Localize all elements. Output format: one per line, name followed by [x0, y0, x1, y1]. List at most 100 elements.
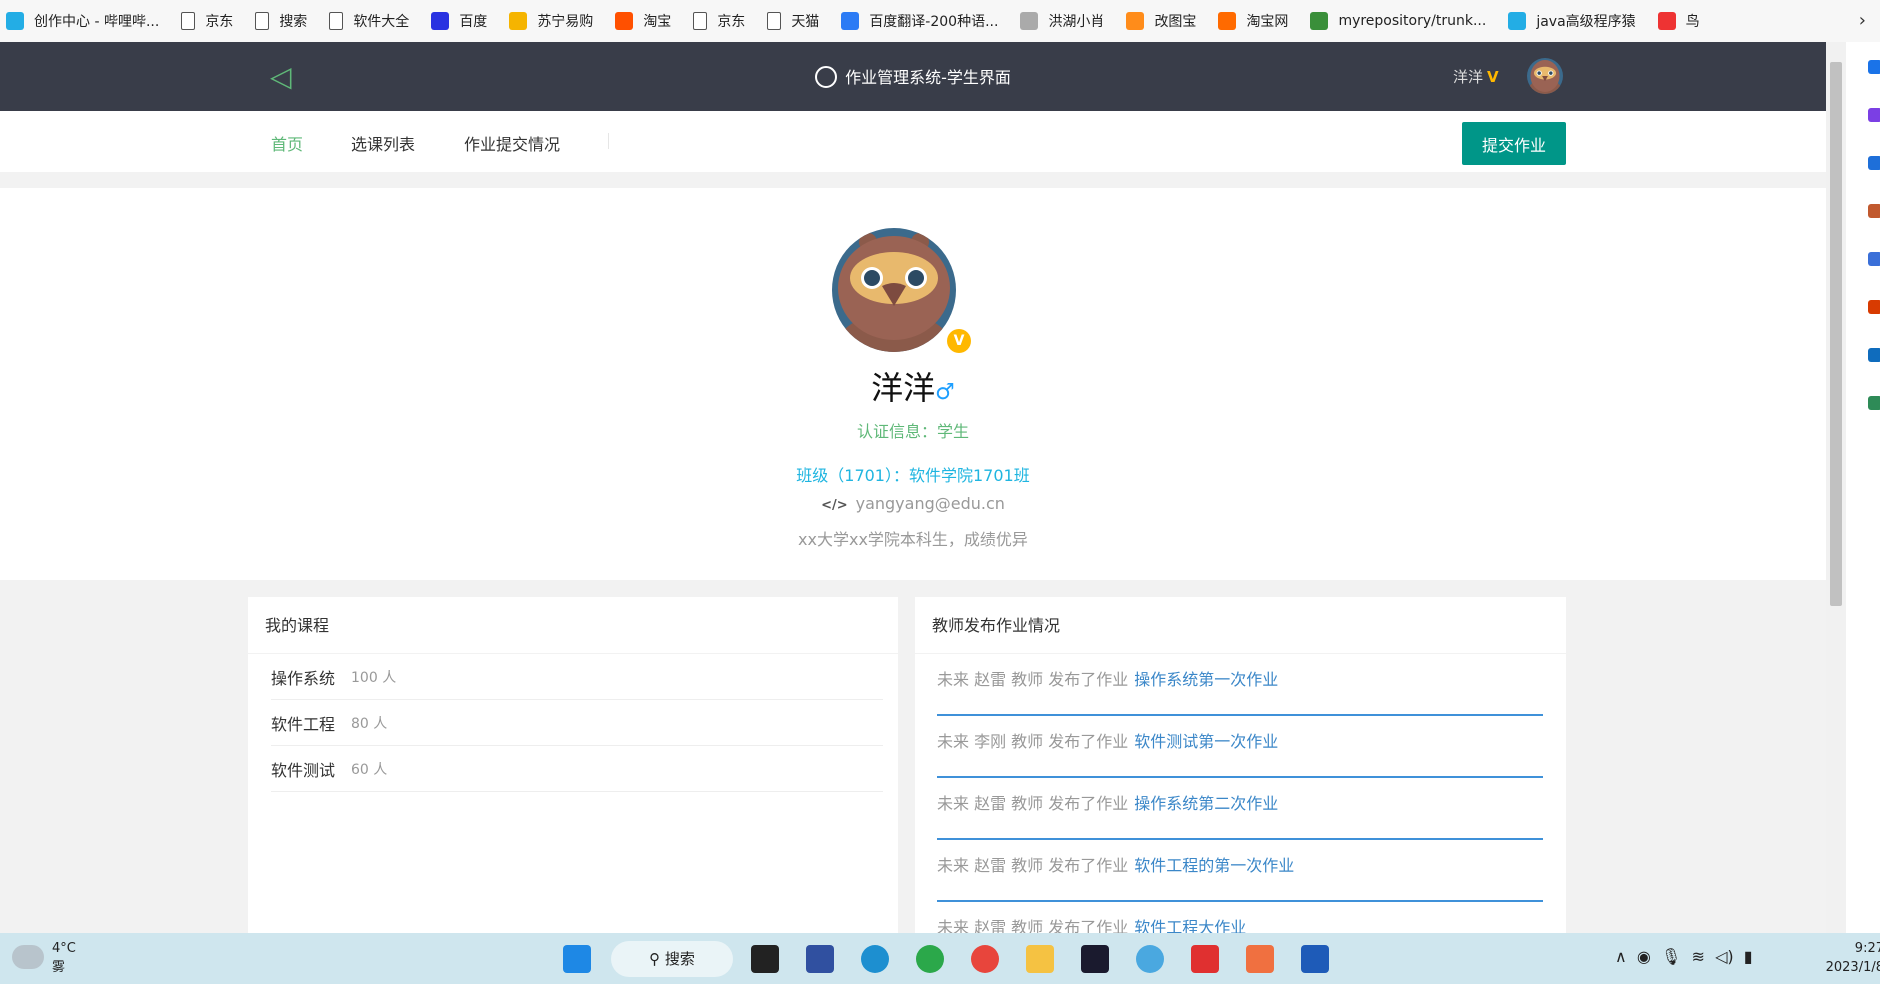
bookmark[interactable]: 搜索 — [255, 11, 307, 31]
weather-widget[interactable]: 4°C 雾 — [12, 941, 76, 975]
tree-icon[interactable] — [1868, 396, 1880, 410]
site-icon — [1310, 12, 1329, 30]
tag-icon[interactable] — [1868, 156, 1880, 170]
bookmark[interactable]: myrepository/trunk... — [1310, 12, 1486, 30]
app-icon[interactable] — [1136, 945, 1164, 973]
nav-course-list[interactable]: 选课列表 — [351, 131, 415, 155]
course-item[interactable]: 操作系统 100 人 — [271, 654, 883, 700]
bookmarks-bar: 创作中心 - 哔哩哔... 京东 搜索 软件大全 百度 苏宁易购 淘宝 京东 天猫 百度翻译-20… — [0, 0, 1880, 42]
my-courses-card: 我的课程 操作系统 100 人软件工程 80 人软件测试 60 人 — [248, 597, 898, 933]
bookmark[interactable]: 苏宁易购 — [509, 11, 593, 31]
scrollbar[interactable] — [1826, 42, 1846, 933]
taskbar: 4°C 雾 ⚲ 搜索 ∧ ◉ 🎙 ≋ ◁) ▮ 9:27 2023/1/8 — [0, 933, 1880, 984]
site-icon — [1657, 12, 1676, 30]
bookmark[interactable]: 淘宝 — [615, 11, 671, 31]
assignment-link[interactable]: 软件测试第一次作业 — [1134, 732, 1278, 751]
email: </> yangyang@edu.cn — [821, 494, 1005, 513]
bookmark[interactable]: 洪湖小肖 — [1020, 11, 1104, 31]
vip-badge: V — [1487, 68, 1499, 86]
class-info: 班级（1701）：软件学院1701班 — [796, 466, 1030, 485]
submit-homework-button[interactable]: 提交作业 — [1462, 122, 1566, 165]
page-icon — [693, 12, 708, 30]
site-icon — [1020, 12, 1039, 30]
site-icon — [6, 12, 24, 30]
start-icon[interactable] — [563, 945, 591, 973]
site-icon — [1508, 12, 1527, 30]
scrollbar-thumb[interactable] — [1830, 62, 1842, 606]
assignment-link[interactable]: 操作系统第一次作业 — [1134, 670, 1278, 689]
bookmark[interactable]: 百度 — [431, 11, 487, 31]
outlook-icon[interactable] — [1868, 348, 1880, 362]
copilot-icon[interactable] — [1868, 108, 1880, 122]
bio: xx大学xx学院本科生，成绩优异 — [798, 530, 1028, 549]
ie-icon[interactable] — [916, 945, 944, 973]
assignment-item: 未来 李刚 教师 发布了作业 软件测试第一次作业 — [937, 716, 1543, 778]
assignment-item: 未来 赵雷 教师 发布了作业 操作系统第二次作业 — [937, 778, 1543, 840]
office-icon[interactable] — [1868, 300, 1880, 314]
task-view-icon[interactable] — [751, 945, 779, 973]
chevron-right-icon[interactable]: › — [1859, 10, 1866, 31]
nav-bar: 首页 选课列表 作业提交情况 提交作业 — [0, 111, 1826, 172]
top-header: ◁ 作业管理系统-学生界面 洋洋 V — [0, 42, 1826, 111]
bookmark[interactable]: 京东 — [693, 11, 745, 31]
vs-icon[interactable] — [1301, 945, 1329, 973]
wps-icon[interactable] — [1191, 945, 1219, 973]
bookmark[interactable]: 天猫 — [767, 11, 819, 31]
system-tray[interactable]: ∧ ◉ 🎙 ≋ ◁) ▮ — [1615, 947, 1753, 966]
tools-icon[interactable] — [1868, 204, 1880, 218]
bookmark[interactable]: java高级程序猿 — [1508, 11, 1636, 31]
chat-icon — [815, 66, 838, 88]
profile-avatar — [832, 228, 956, 352]
page-icon — [255, 12, 270, 30]
bookmark[interactable]: 京东 — [181, 11, 233, 31]
page-icon — [329, 12, 344, 30]
edge-icon[interactable] — [861, 945, 889, 973]
assignment-item: 未来 赵雷 教师 发布了作业 操作系统第一次作业 — [937, 654, 1543, 716]
bookmark[interactable]: 鸟 — [1657, 11, 1700, 31]
site-icon — [431, 12, 450, 30]
clock[interactable]: 9:27 2023/1/8 — [1824, 939, 1880, 977]
slides-icon[interactable] — [1246, 945, 1274, 973]
page: ◁ 作业管理系统-学生界面 洋洋 V 首页 选课列表 作业提交情况 提交作业 V … — [0, 42, 1826, 933]
nav-submission-status[interactable]: 作业提交情况 — [464, 131, 560, 155]
people-icon[interactable] — [1868, 252, 1880, 266]
browser-sidebar — [1846, 42, 1880, 933]
nav-home[interactable]: 首页 — [271, 131, 303, 155]
app-icon[interactable] — [806, 945, 834, 973]
folder-icon[interactable] — [1026, 945, 1054, 973]
male-icon: ♂ — [935, 380, 955, 405]
assignment-link[interactable]: 操作系统第二次作业 — [1134, 794, 1278, 813]
search-icon[interactable] — [1868, 60, 1880, 74]
site-icon — [1218, 12, 1237, 30]
card-title: 我的课程 — [248, 597, 898, 654]
site-icon — [1126, 12, 1145, 30]
bookmark[interactable]: 创作中心 - 哔哩哔... — [6, 11, 159, 31]
avatar[interactable] — [1527, 58, 1563, 94]
cert-info: 认证信息：学生 — [856, 422, 969, 441]
user-menu[interactable]: 洋洋 V — [1453, 66, 1499, 87]
code-icon: </> — [821, 498, 848, 513]
verified-badge: V — [947, 329, 971, 353]
card-title: 教师发布作业情况 — [915, 597, 1566, 654]
bookmark[interactable]: 改图宝 — [1126, 11, 1196, 31]
fog-icon — [12, 945, 44, 969]
course-item[interactable]: 软件测试 60 人 — [271, 746, 883, 792]
site-icon — [509, 12, 528, 30]
teacher-assignments-card: 教师发布作业情况 未来 赵雷 教师 发布了作业 操作系统第一次作业 未来 李刚 教师… — [915, 597, 1566, 933]
intellij-icon[interactable] — [1081, 945, 1109, 973]
assignment-item: 未来 赵雷 教师 发布了作业 软件工程大作业 — [937, 902, 1543, 933]
chrome-icon[interactable] — [971, 945, 999, 973]
divider — [608, 133, 609, 149]
bookmark[interactable]: 淘宝网 — [1218, 11, 1288, 31]
bookmark[interactable]: 百度翻译-200种语... — [841, 11, 998, 31]
profile-section: V 洋洋♂ 认证信息：学生 班级（1701）：软件学院1701班 </> yang… — [0, 188, 1826, 580]
assignment-link[interactable]: 软件工程大作业 — [1134, 918, 1246, 933]
course-item[interactable]: 软件工程 80 人 — [271, 700, 883, 746]
bookmark[interactable]: 软件大全 — [329, 11, 409, 31]
profile-name: 洋洋♂ — [871, 369, 955, 407]
site-icon — [841, 12, 860, 30]
assignment-link[interactable]: 软件工程的第一次作业 — [1134, 856, 1294, 875]
page-icon — [181, 12, 196, 30]
page-icon — [767, 12, 782, 30]
taskbar-search[interactable]: ⚲ 搜索 — [611, 941, 733, 977]
